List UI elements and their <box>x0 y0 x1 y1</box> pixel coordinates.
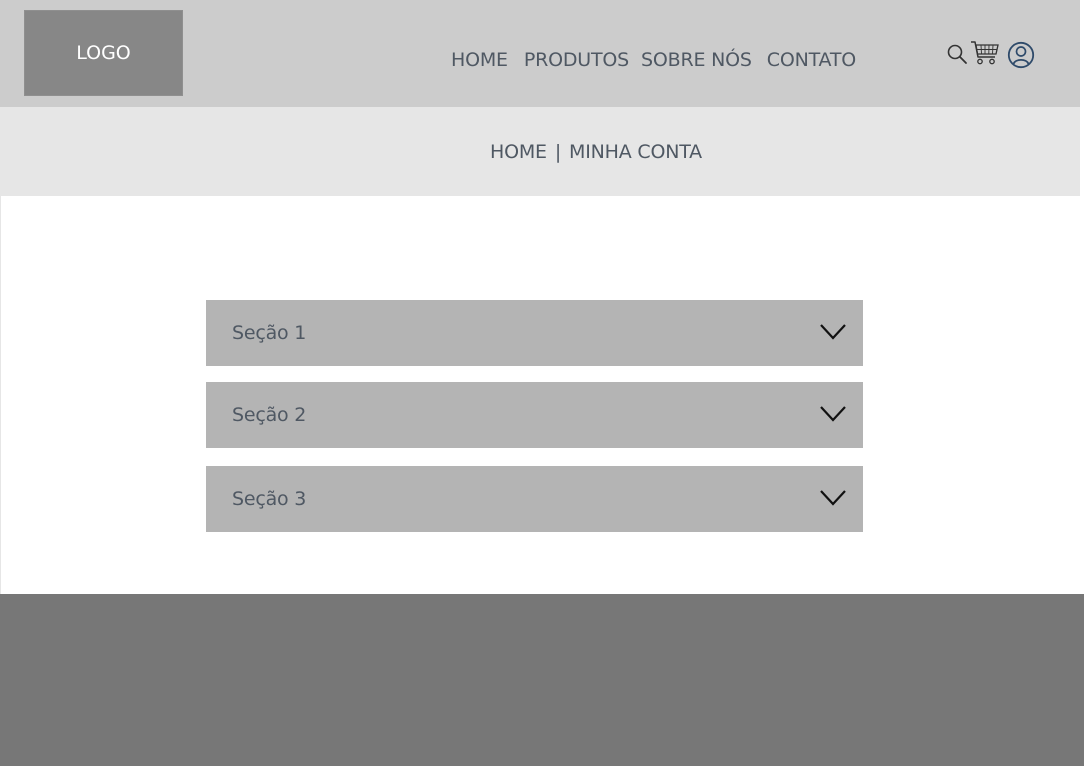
breadcrumb-current: MINHA CONTA <box>569 141 702 163</box>
accordion-section-3[interactable]: Seção 3 <box>206 466 863 532</box>
search-icon[interactable] <box>946 43 968 65</box>
chevron-down-icon[interactable] <box>819 489 847 507</box>
accordion-section-2[interactable]: Seção 2 <box>206 382 863 448</box>
breadcrumb-separator: | <box>554 141 562 163</box>
accordion-section-label: Seção 3 <box>232 488 307 510</box>
breadcrumb: HOME | MINHA CONTA <box>490 139 702 165</box>
breadcrumb-home[interactable]: HOME <box>490 141 547 163</box>
logo[interactable]: LOGO <box>24 10 183 96</box>
accordion-section-label: Seção 1 <box>232 322 307 344</box>
nav-sobre-nos-link[interactable]: SOBRE NÓS <box>641 49 752 71</box>
breadcrumb-band: HOME | MINHA CONTA <box>0 107 1080 196</box>
nav-home-link[interactable]: HOME <box>451 49 508 71</box>
nav-contato-link[interactable]: CONTATO <box>767 49 856 71</box>
site-header: LOGO HOME PRODUTOS SOBRE NÓS CONTATO <box>0 0 1080 107</box>
chevron-down-icon[interactable] <box>819 323 847 341</box>
page: LOGO HOME PRODUTOS SOBRE NÓS CONTATO HOM… <box>0 0 1084 766</box>
nav-produtos-link[interactable]: PRODUTOS <box>524 49 629 71</box>
logo-label: LOGO <box>76 42 131 64</box>
user-icon[interactable] <box>1007 41 1035 69</box>
accordion-section-1[interactable]: Seção 1 <box>206 300 863 366</box>
main-content: Seção 1 Seção 2 Seção 3 <box>0 196 1080 594</box>
accordion-section-label: Seção 2 <box>232 404 307 426</box>
cart-icon[interactable] <box>970 40 1000 66</box>
chevron-down-icon[interactable] <box>819 405 847 423</box>
main-nav: HOME PRODUTOS SOBRE NÓS CONTATO <box>451 47 856 73</box>
site-footer <box>0 594 1084 766</box>
